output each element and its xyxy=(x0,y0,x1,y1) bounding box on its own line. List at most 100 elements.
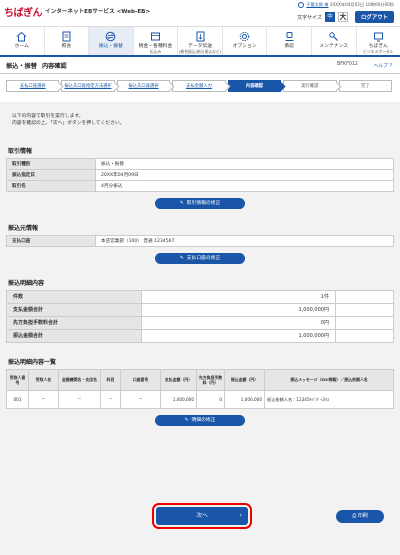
cell: － xyxy=(58,389,101,409)
main-content: 以下の内容で取引を実行します。 内容を確認の上、「次へ」ボタンを押してください。… xyxy=(0,102,400,555)
table-row: 取引種別 振込・振替 xyxy=(6,157,394,170)
summary-section: 振込明細内容 件数 1件 支払金額合計 1,000,000円 先方負担手数料合計… xyxy=(6,278,395,343)
row-value: 1,000,000円 xyxy=(141,328,336,343)
cell: 振込依頼人名：12345ﾁﾊﾞﾀﾞｲ3ﾘｽ xyxy=(264,389,394,409)
row-blank xyxy=(334,302,395,317)
detail-table: 受取人番号 受取人名 金融機関名・支店名 科目 口座番号 支払金額（円） 先方負… xyxy=(6,368,394,409)
user-name[interactable]: 千葉太郎 様 xyxy=(306,2,328,7)
row-value: 振込・振替 xyxy=(95,157,394,170)
section-title: 振込明細内容 xyxy=(8,279,45,287)
col-header: 振込メッセージ（EDI情報）／振込依頼人名 xyxy=(264,368,394,391)
summary-table: 件数 1件 支払金額合計 1,000,000円 先方負担手数料合計 0円 振込金… xyxy=(6,289,395,343)
step-confirm: 内容確認 xyxy=(227,80,282,92)
step-dest-account[interactable]: 振込先口座選択 xyxy=(116,80,171,92)
next-button[interactable]: 次へ › xyxy=(152,503,252,529)
font-size-medium-button[interactable]: 中 xyxy=(325,12,336,22)
table-row: 支払口座 本店営業部（100） 普通 1234567 xyxy=(6,234,394,247)
step-dest-method[interactable]: 振込先口座指定方法選択 xyxy=(61,80,115,92)
table-row: 振込金額合計 1,000,000円 xyxy=(6,328,395,343)
printer-icon: ⎙ xyxy=(352,513,357,519)
col-header: 支払金額（円） xyxy=(160,368,197,391)
edit-source-account-button[interactable]: ✎ 支払口座の修正 xyxy=(155,252,245,264)
row-key: 先方負担手数料合計 xyxy=(6,315,142,330)
cell: 1,000,000 xyxy=(160,389,197,409)
help-label: ヘルプ xyxy=(373,64,388,69)
col-header: 振込金額（円） xyxy=(224,368,265,391)
source-section: 振込元情報 支払口座 本店営業部（100） 普通 1234567 ✎ 支払口座の修… xyxy=(6,223,394,264)
button-label: 明細の修正 xyxy=(191,417,216,423)
row-value: 4月分振込 xyxy=(95,179,394,192)
row-value: 0円 xyxy=(141,315,336,330)
nav-label: メンテナンス xyxy=(319,44,349,49)
pencil-icon: ✎ xyxy=(179,255,184,261)
nav-data-transfer[interactable]: データ伝送 (総合振込/給与振込など) xyxy=(178,27,223,55)
table-row: 振込指定日 20XX年04月09日 xyxy=(6,168,394,181)
pencil-icon: ✎ xyxy=(179,200,184,206)
help-link[interactable]: ヘルプ ? xyxy=(374,62,392,69)
transaction-table: 取引種別 振込・振替 振込指定日 20XX年04月09日 取引名 4月分振込 xyxy=(6,157,394,192)
progress-steps: 支払口座選択 振込先口座指定方法選択 振込先口座選択 支払金額入力 内容確認 実… xyxy=(6,80,394,92)
row-value: 1件 xyxy=(141,289,336,304)
table-row: 支払金額合計 1,000,000円 xyxy=(6,302,395,317)
data-transfer-icon xyxy=(195,31,206,42)
row-key: 振込指定日 xyxy=(6,168,96,181)
pencil-icon: ✎ xyxy=(184,417,189,423)
step-source-account[interactable]: 支払口座選択 xyxy=(6,80,60,92)
nav-label: ホーム xyxy=(14,44,29,49)
nav-tax-payment[interactable]: 税金・各種料金 払込み xyxy=(134,27,179,55)
row-key: 振込金額合計 xyxy=(6,328,142,343)
edit-transaction-button[interactable]: ✎ 取引情報の修正 xyxy=(155,197,245,209)
nav-label: 照会 xyxy=(61,44,72,49)
cell: － xyxy=(28,389,59,409)
footer-actions: 次へ › ⎙ 印刷 xyxy=(6,502,394,530)
col-header: 受取人番号 xyxy=(6,368,29,391)
row-blank xyxy=(334,328,395,343)
logout-button[interactable]: ログアウト xyxy=(355,11,394,23)
cell: 1,000,000 xyxy=(224,389,265,409)
edit-detail-button[interactable]: ✎ 明細の修正 xyxy=(155,414,245,426)
cell: － xyxy=(100,389,121,409)
nav-label: 振込・振替 xyxy=(98,44,123,49)
font-size-control: 文字サイズ 中 大 ログアウト xyxy=(297,11,394,23)
print-button[interactable]: ⎙ 印刷 xyxy=(336,510,384,523)
home-icon xyxy=(16,31,27,42)
col-header: 受取人名 xyxy=(28,368,59,391)
user-info: 千葉太郎 様 20XX年04月02日 10時00分00秒 xyxy=(297,2,394,8)
col-header: 金融機関名・支店名 xyxy=(58,368,101,391)
page-title: 振込・振替 xyxy=(6,62,37,70)
row-key: 件数 xyxy=(6,289,142,304)
main-nav: ホーム 照会 振込・振替 税金・各種料金 払込み データ伝送 (総合振込/給与振… xyxy=(0,27,400,57)
font-size-large-button[interactable]: 大 xyxy=(338,12,349,22)
nav-business-portal[interactable]: ちばぎん ビジネスポータル xyxy=(357,27,400,55)
nav-approval[interactable]: 承認 xyxy=(267,27,312,55)
step-amount[interactable]: 支払金額入力 xyxy=(172,80,226,92)
detail-section: 振込明細内容一覧 受取人番号 受取人名 金融機関名・支店名 科目 口座番号 支払… xyxy=(6,357,394,426)
row-key: 取引種別 xyxy=(6,157,96,170)
approval-icon xyxy=(284,31,295,42)
nav-sublabel: 払込み xyxy=(149,48,162,54)
nav-transfer[interactable]: 振込・振替 xyxy=(89,27,134,55)
nav-label: 承認 xyxy=(284,44,294,49)
nav-inquiry[interactable]: 照会 xyxy=(45,27,90,55)
col-header: 科目 xyxy=(100,368,121,391)
row-blank xyxy=(334,315,395,330)
nav-sublabel: (総合振込/給与振込など) xyxy=(178,48,222,54)
help-icon: ? xyxy=(389,64,392,69)
chevron-right-icon: › xyxy=(239,512,242,519)
section-title: 振込明細内容一覧 xyxy=(8,358,57,366)
row-value: 1,000,000円 xyxy=(141,302,336,317)
table-row: 件数 1件 xyxy=(6,289,395,304)
page-title-bar: 振込・振替 内容確認 BFKF012 ヘルプ ? xyxy=(0,57,400,74)
transfer-icon xyxy=(105,31,116,42)
nav-home[interactable]: ホーム xyxy=(0,27,45,55)
bank-logo[interactable]: ちばぎん インターネットEBサービス <Web-EB> xyxy=(4,4,150,19)
cell: － xyxy=(120,389,161,409)
nav-option[interactable]: オプション xyxy=(223,27,268,55)
row-value: 20XX年04月09日 xyxy=(95,168,394,181)
table-row: 取引名 4月分振込 xyxy=(6,179,394,192)
inquiry-icon xyxy=(61,31,72,42)
row-key: 支払金額合計 xyxy=(6,302,142,317)
section-title: 取引情報 xyxy=(8,147,33,155)
nav-maintenance[interactable]: メンテナンス xyxy=(312,27,357,55)
cell: 0 xyxy=(196,389,225,409)
